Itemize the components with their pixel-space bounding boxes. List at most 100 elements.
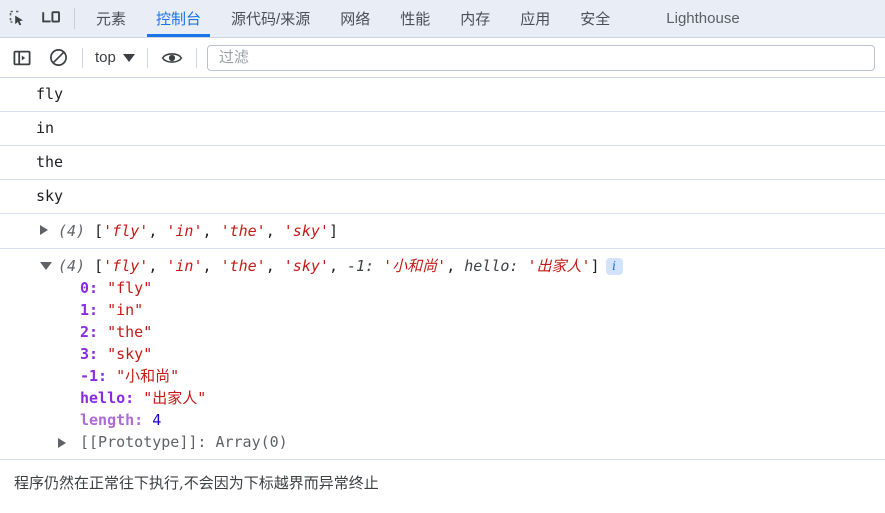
open-bracket: [: [94, 257, 104, 275]
property-key: 2:: [80, 323, 99, 341]
disclosure-triangle-right-icon[interactable]: [40, 225, 48, 235]
extra-value: '出家人': [527, 257, 591, 275]
execution-context-value: top: [95, 49, 116, 66]
tab-memory[interactable]: 内存: [445, 0, 505, 37]
filter-input[interactable]: [216, 48, 865, 67]
array-length-label: (4): [58, 222, 86, 240]
property-value: "in": [107, 301, 144, 319]
tab-lighthouse[interactable]: Lighthouse: [651, 0, 754, 37]
property-value: 4: [152, 411, 162, 429]
tab-label: 应用: [520, 11, 551, 28]
execution-context-selector[interactable]: top: [89, 45, 141, 71]
console-message-list[interactable]: fly in the sky (4) ['fly', 'in', 'the', …: [0, 78, 885, 512]
tab-application[interactable]: 应用: [505, 0, 565, 37]
tab-sources[interactable]: 源代码/来源: [216, 0, 325, 37]
console-array-row-collapsed[interactable]: (4) ['fly', 'in', 'the', 'sky']: [0, 214, 885, 249]
devtools-tabbar: 元素 控制台 源代码/来源 网络 性能 内存 应用 安全 Lighthouse: [0, 0, 885, 38]
inspect-element-icon[interactable]: [0, 0, 34, 37]
console-log-row[interactable]: sky: [0, 180, 885, 214]
tab-performance[interactable]: 性能: [385, 0, 445, 37]
open-bracket: [: [94, 222, 104, 240]
extra-value: '小和尚': [383, 257, 447, 275]
log-text: sky: [36, 187, 64, 205]
array-item: 'sky': [283, 257, 329, 275]
tab-label: 源代码/来源: [231, 11, 311, 28]
tab-label: 性能: [400, 11, 431, 28]
toolbar-divider: [146, 47, 148, 68]
console-toolbar: top: [0, 38, 885, 78]
tab-label: 控制台: [156, 11, 202, 28]
property-value: "the": [107, 323, 153, 341]
property-key: 3:: [80, 345, 99, 363]
console-note-text: 程序仍然在正常往下执行,不会因为下标越界而异常终止: [14, 474, 379, 492]
array-item: 'fly': [103, 222, 149, 240]
property-key: length:: [80, 411, 144, 429]
extra-key: -1:: [347, 257, 375, 275]
array-property-row[interactable]: 2: "the": [58, 321, 885, 343]
separator: ,: [202, 257, 221, 275]
console-log-row[interactable]: in: [0, 112, 885, 146]
device-toolbar-icon[interactable]: [34, 0, 68, 37]
log-text: in: [36, 119, 55, 137]
show-console-sidebar-icon[interactable]: [4, 42, 40, 74]
prototype-key: [[Prototype]]:: [80, 433, 207, 451]
array-property-row[interactable]: 0: "fly": [58, 277, 885, 299]
filter-input-wrapper[interactable]: [206, 44, 875, 71]
toolbar-divider: [195, 47, 197, 68]
console-log-row[interactable]: fly: [0, 78, 885, 112]
chevron-down-icon: [122, 53, 135, 62]
array-item: 'the': [220, 257, 266, 275]
close-bracket: ]: [328, 222, 338, 240]
tab-security[interactable]: 安全: [565, 0, 625, 37]
property-value: "出家人": [143, 389, 207, 407]
property-key: 1:: [80, 301, 99, 319]
extra-key: hello:: [464, 257, 519, 275]
separator: ,: [265, 257, 284, 275]
prototype-row[interactable]: [[Prototype]]: Array(0): [58, 431, 885, 453]
array-property-list: 0: "fly" 1: "in" 2: "the" 3: "sky" -1: "…: [36, 277, 885, 453]
property-key: hello:: [80, 389, 135, 407]
array-property-row[interactable]: hello: "出家人": [58, 387, 885, 409]
array-preview: (4) ['fly', 'in', 'the', 'sky']: [36, 220, 885, 242]
tab-label: 安全: [580, 11, 611, 28]
tab-network[interactable]: 网络: [325, 0, 385, 37]
panel-tabs: 元素 控制台 源代码/来源 网络 性能 内存 应用 安全 Lighthouse: [81, 0, 885, 37]
array-property-row[interactable]: length: 4: [58, 409, 885, 431]
tab-console[interactable]: 控制台: [141, 0, 216, 37]
separator: ,: [148, 222, 167, 240]
tabbar-divider: [74, 8, 75, 29]
array-property-row[interactable]: 1: "in": [58, 299, 885, 321]
array-item: 'the': [220, 222, 266, 240]
property-value: "sky": [107, 345, 153, 363]
array-length-label: (4): [58, 257, 86, 275]
live-expression-eye-icon[interactable]: [154, 42, 190, 74]
array-property-row[interactable]: -1: "小和尚": [58, 365, 885, 387]
property-value: "fly": [107, 279, 153, 297]
tab-label: 内存: [460, 11, 491, 28]
tab-elements[interactable]: 元素: [81, 0, 141, 37]
tab-label: 网络: [340, 11, 371, 28]
disclosure-triangle-down-icon[interactable]: [40, 262, 52, 270]
prototype-value: Array(0): [215, 433, 288, 451]
separator: ,: [446, 257, 465, 275]
info-badge-icon[interactable]: i: [605, 258, 623, 275]
array-preview: (4) ['fly', 'in', 'the', 'sky', -1: '小和尚…: [36, 255, 885, 277]
clear-console-icon[interactable]: [40, 42, 76, 74]
separator: ,: [148, 257, 167, 275]
property-key: 0:: [80, 279, 99, 297]
log-text: the: [36, 153, 64, 171]
console-log-row[interactable]: the: [0, 146, 885, 180]
close-bracket: ]: [590, 257, 600, 275]
array-item: 'in': [166, 222, 203, 240]
console-array-row-expanded[interactable]: (4) ['fly', 'in', 'the', 'sky', -1: '小和尚…: [0, 249, 885, 459]
array-item: 'sky': [283, 222, 329, 240]
separator: ,: [328, 257, 347, 275]
log-text: fly: [36, 85, 64, 103]
property-key: -1:: [80, 367, 108, 385]
tab-label: Lighthouse: [666, 10, 740, 27]
disclosure-triangle-right-icon[interactable]: [58, 438, 66, 448]
toolbar-divider: [82, 47, 83, 68]
array-property-row[interactable]: 3: "sky": [58, 343, 885, 365]
tab-label: 元素: [96, 11, 127, 28]
array-item: 'fly': [103, 257, 149, 275]
